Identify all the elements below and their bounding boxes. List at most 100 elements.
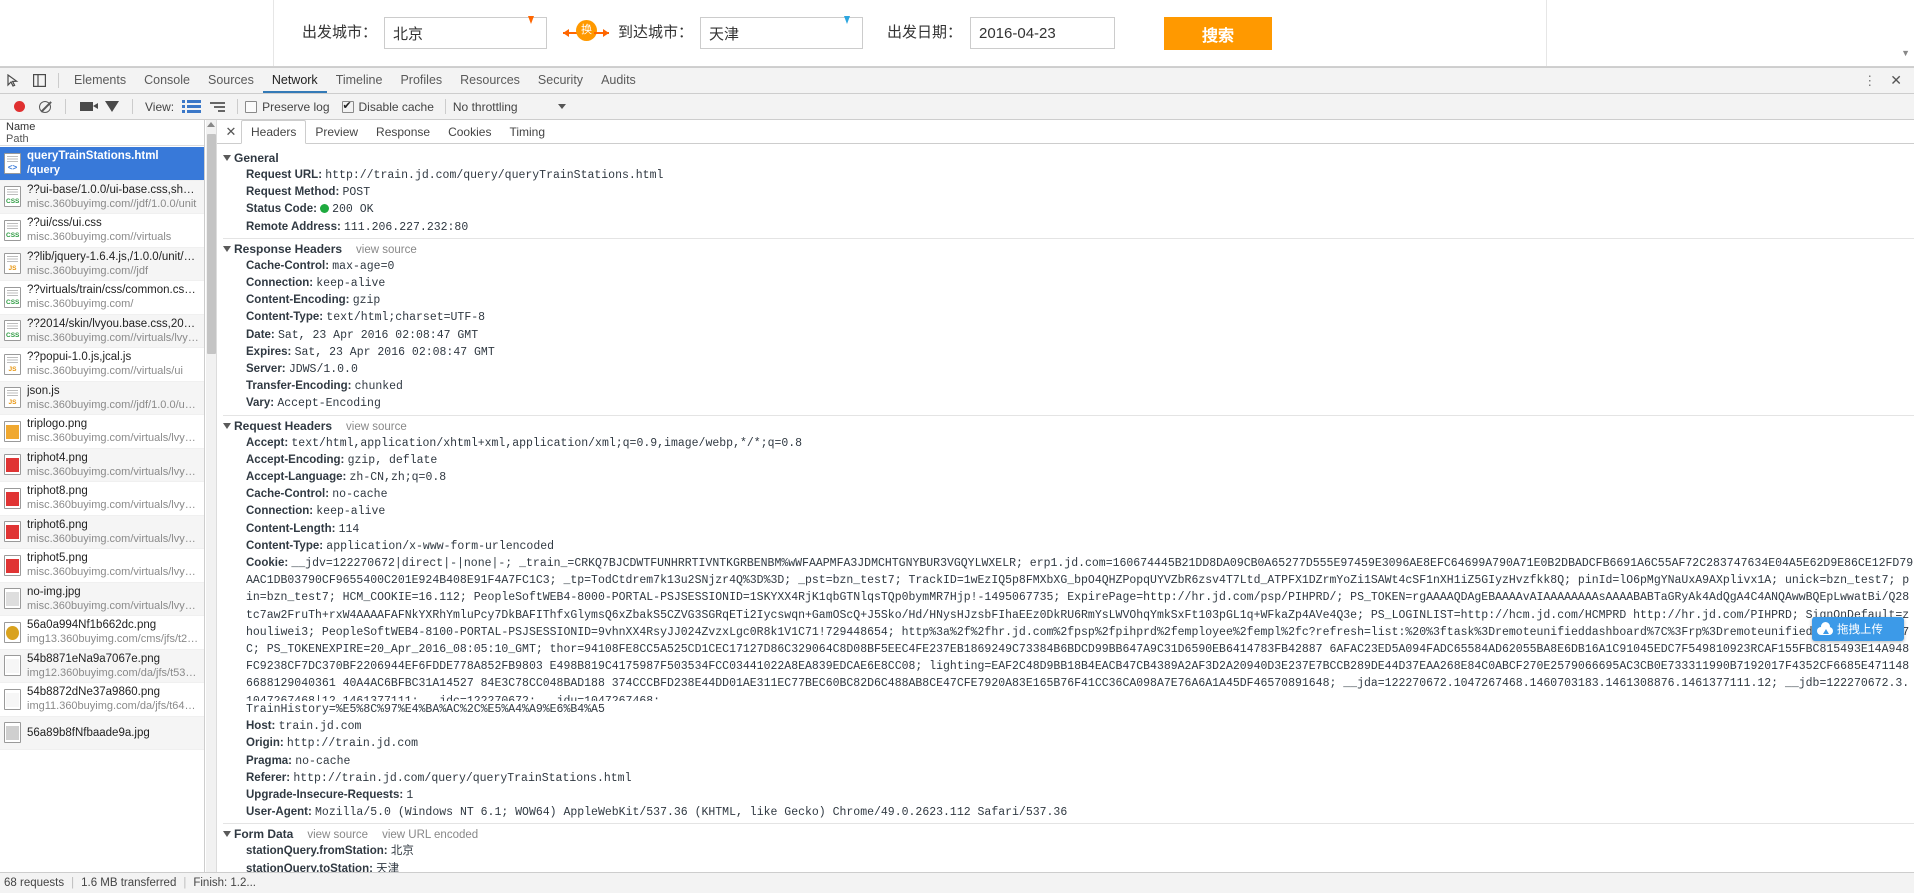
request-name: triphot8.png [27,484,199,498]
status-divider-2: | [183,873,186,894]
collapse-triangle-icon[interactable] [223,155,231,161]
request-row-triphot8-png[interactable]: triphot8.png misc.360buyimg.com/virtuals… [0,482,204,516]
more-options-icon[interactable]: ⋮ [1855,73,1884,89]
section-form-data[interactable]: Form Data view source view URL encoded [223,823,1914,843]
form-key: stationQuery.fromStation: [246,845,388,857]
column-header-name[interactable]: Name [6,121,198,133]
filter-icon[interactable] [99,95,125,119]
train-search-panel: 出发城市： 换 到达城市： 出发日期： [273,0,1547,66]
web-page-area: 出发城市： 换 到达城市： 出发日期： [0,0,1914,67]
req-header-pragma: Pragma: no-cache [223,753,1914,770]
request-row-ui-base-css[interactable]: CSS ??ui-base/1.0.0/ui-base.css,shortcut… [0,181,204,215]
view-waterfall-icon[interactable] [204,95,230,119]
request-row-56a89b8f[interactable]: 56a89b8fNfbaade9a.jpg [0,717,204,751]
from-city-input[interactable] [385,18,515,48]
search-button[interactable]: 搜索 [1164,17,1272,50]
close-detail-icon[interactable]: ✕ [221,120,241,143]
header-key: Host: [246,720,275,732]
request-row-common-css[interactable]: CSS ??virtuals/train/css/common.css,virt… [0,281,204,315]
header-value: http://train.jd.com [287,737,418,750]
collapse-triangle-icon[interactable] [223,246,231,252]
detail-tab-cookies[interactable]: Cookies [439,120,500,143]
to-city-input[interactable] [701,18,831,48]
clear-button[interactable] [32,95,58,119]
from-city-box[interactable] [384,17,547,49]
collapse-triangle-icon[interactable] [223,831,231,837]
depart-date-box[interactable] [970,17,1115,49]
request-row-triphot5-png[interactable]: triphot5.png misc.360buyimg.com/virtuals… [0,549,204,583]
request-row-54b8872d[interactable]: 54b8872dNe37a9860.png img11.360buyimg.co… [0,683,204,717]
capture-screenshots-icon[interactable] [73,95,99,119]
request-path: misc.360buyimg.com/virtuals/lvyou/... [27,599,199,613]
requests-scrollbar[interactable] [206,120,217,878]
requests-list[interactable]: <> queryTrainStations.html /query CSS ??… [0,147,204,878]
to-city-box[interactable] [700,17,863,49]
req-header-origin: Origin: http://train.jd.com [223,735,1914,752]
depart-date-label: 出发日期： [887,21,962,42]
request-name: triplogo.png [27,417,199,431]
header-value: max-age=0 [332,260,394,273]
request-row-jquery-js[interactable]: JS ??lib/jquery-1.6.4.js,/1.0.0/unit/bas… [0,248,204,282]
page-scroll-down-arrow-icon[interactable]: ▼ [1901,48,1910,58]
header-key: Cookie: [246,557,288,569]
request-detail-tabs: ✕ Headers Preview Response Cookies Timin… [217,120,1914,144]
request-row-lvyou-base-css[interactable]: CSS ??2014/skin/lvyou.base.css,2015/css.… [0,315,204,349]
req-header-train-history: TrainHistory=%E5%8C%97%E4%BA%AC%2C%E5%A4… [223,701,1914,718]
scrollbar-thumb[interactable] [207,134,216,354]
tab-elements[interactable]: Elements [65,68,135,93]
req-header-connection: Connection: keep-alive [223,503,1914,520]
detail-tab-preview[interactable]: Preview [306,120,367,143]
request-row-triphot6-png[interactable]: triphot6.png misc.360buyimg.com/virtuals… [0,516,204,550]
request-path: misc.360buyimg.com//virtuals [27,230,171,244]
view-list-icon[interactable] [178,95,204,119]
view-label: View: [145,100,174,114]
collapse-triangle-icon[interactable] [223,423,231,429]
disable-cache-checkbox[interactable] [342,101,354,113]
tab-timeline[interactable]: Timeline [327,68,392,93]
toggle-device-toolbar-icon[interactable] [26,69,52,93]
tab-network[interactable]: Network [263,68,327,93]
swap-cities-button[interactable]: 换 [563,20,609,46]
section-general[interactable]: General [223,148,1914,167]
view-url-encoded-link[interactable]: view URL encoded [382,829,478,841]
close-devtools-icon[interactable]: ✕ [1884,72,1908,89]
section-response-headers[interactable]: Response Headers view source [223,238,1914,258]
requests-list-header[interactable]: Name Path [0,120,204,146]
request-row-triplogo-png[interactable]: triplogo.png misc.360buyimg.com/virtuals… [0,415,204,449]
drag-upload-widget[interactable]: 拖拽上传 [1812,617,1904,641]
tab-console[interactable]: Console [135,68,199,93]
request-path: img13.360buyimg.com/cms/jfs/t229... [27,632,199,646]
request-row-56a0a994[interactable]: 56a0a994Nf1b662dc.png img13.360buyimg.co… [0,616,204,650]
record-button[interactable] [6,95,32,119]
request-path: /query [27,163,159,177]
inspect-element-icon[interactable] [0,69,26,93]
scroll-up-arrow-icon[interactable] [207,122,215,127]
tab-audits[interactable]: Audits [592,68,645,93]
request-row-querytrainstations[interactable]: <> queryTrainStations.html /query [0,147,204,181]
request-row-ui-css[interactable]: CSS ??ui/css/ui.css misc.360buyimg.com//… [0,214,204,248]
view-source-link[interactable]: view source [356,244,417,256]
view-source-link[interactable]: view source [307,829,368,841]
depart-date-input[interactable] [971,18,1114,48]
request-row-no-img-jpg[interactable]: no-img.jpg misc.360buyimg.com/virtuals/l… [0,583,204,617]
request-row-popui-js[interactable]: JS ??popui-1.0.js,jcal.js misc.360buyimg… [0,348,204,382]
request-row-54b8871e[interactable]: 54b8871eNa9a7067e.png img12.360buyimg.co… [0,650,204,684]
throttling-select[interactable]: No throttling [453,100,566,114]
tab-security[interactable]: Security [529,68,592,93]
tab-resources[interactable]: Resources [451,68,529,93]
tab-sources[interactable]: Sources [199,68,263,93]
detail-tab-timing[interactable]: Timing [500,120,554,143]
detail-tab-response[interactable]: Response [367,120,439,143]
tab-profiles[interactable]: Profiles [391,68,451,93]
column-header-path[interactable]: Path [6,133,198,145]
header-value: 1 [406,789,413,802]
request-name: ??popui-1.0.js,jcal.js [27,350,183,364]
request-row-json-js[interactable]: JS json.js misc.360buyimg.com//jdf/1.0.0… [0,382,204,416]
detail-tab-headers[interactable]: Headers [241,120,306,144]
view-source-link[interactable]: view source [346,421,407,433]
request-name: 56a89b8fNfbaade9a.jpg [27,726,150,740]
request-row-triphot4-png[interactable]: triphot4.png misc.360buyimg.com/virtuals… [0,449,204,483]
section-request-headers[interactable]: Request Headers view source [223,415,1914,435]
request-path: misc.360buyimg.com/virtuals/lvyou/... [27,498,199,512]
preserve-log-checkbox[interactable] [245,101,257,113]
